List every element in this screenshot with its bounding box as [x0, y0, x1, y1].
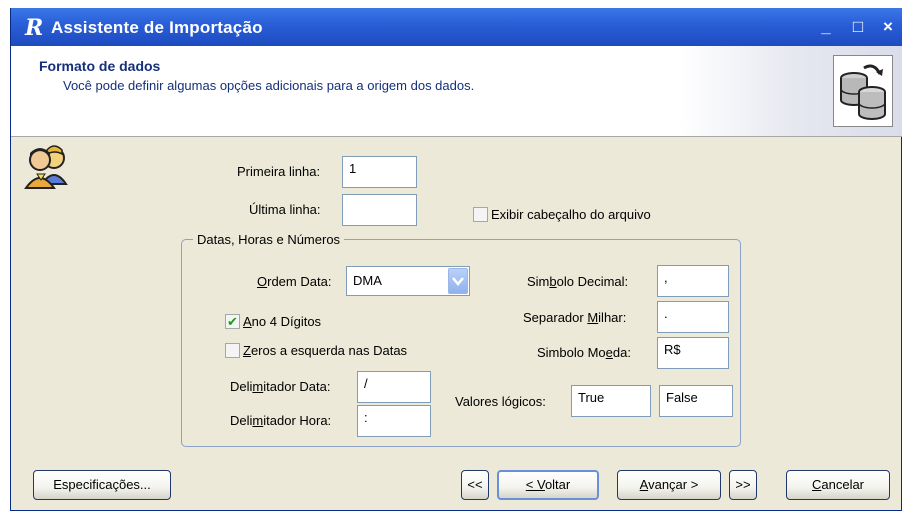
zeros-esquerda-label: Zeros a esquerda nas Datas	[243, 343, 408, 358]
valor-logico-false-input[interactable]: False	[659, 385, 733, 417]
primeira-linha-label: Primeira linha:	[237, 164, 321, 179]
exibir-cabecalho-label: Exibir cabeçalho do arquivo	[491, 207, 651, 222]
minimize-button[interactable]: _	[815, 16, 837, 38]
import-wizard-window: R Assistente de Importação _ □ × Formato…	[10, 8, 902, 511]
simbolo-moeda-label: Simbolo Moeda:	[537, 345, 631, 360]
chevron-down-icon[interactable]	[448, 268, 468, 294]
ordem-data-label: Ordem Data:	[257, 274, 332, 289]
app-icon: R	[25, 15, 44, 41]
database-icon	[833, 55, 893, 127]
delimitador-hora-label: Delimitador Hora:	[230, 413, 332, 428]
separador-milhar-label: Separador Milhar:	[523, 310, 627, 325]
valores-logicos-label: Valores lógicos:	[455, 394, 546, 409]
wizard-header: Formato de dados Você pode definir algum…	[11, 46, 902, 137]
zeros-esquerda-checkbox[interactable]	[225, 343, 240, 358]
delimitador-data-input[interactable]: /	[357, 371, 431, 403]
simbolo-moeda-input[interactable]: R$	[657, 337, 729, 369]
simbolo-decimal-label: Simbolo Decimal:	[527, 274, 629, 289]
title-bar[interactable]: R Assistente de Importação _ □ ×	[11, 8, 902, 46]
simbolo-decimal-input[interactable]: ,	[657, 265, 729, 297]
step-title: Formato de dados	[39, 58, 161, 74]
separador-milhar-input[interactable]: .	[657, 301, 729, 333]
ano-4-digitos-label: Ano 4 Dígitos	[243, 314, 322, 329]
users-icon	[23, 144, 73, 192]
ano-4-digitos-checkbox[interactable]: ✔	[225, 314, 240, 329]
first-step-button[interactable]: <<	[461, 470, 489, 500]
cancelar-button[interactable]: Cancelar	[786, 470, 890, 500]
voltar-button[interactable]: < Voltar	[497, 470, 599, 500]
last-step-button[interactable]: >>	[729, 470, 757, 500]
exibir-cabecalho-checkbox[interactable]	[473, 207, 488, 222]
ordem-data-value: DMA	[353, 273, 382, 288]
group-legend: Datas, Horas e Números	[193, 232, 345, 247]
primeira-linha-input[interactable]: 1	[342, 156, 417, 188]
delimitador-data-label: Delimitador Data:	[230, 379, 331, 394]
close-button[interactable]: ×	[877, 16, 899, 38]
ultima-linha-input[interactable]	[342, 194, 417, 226]
window-title: Assistente de Importação	[51, 18, 263, 37]
ordem-data-select[interactable]: DMA	[346, 266, 470, 296]
delimitador-hora-input[interactable]: :	[357, 405, 431, 437]
maximize-button[interactable]: □	[847, 16, 869, 38]
valor-logico-true-input[interactable]: True	[571, 385, 651, 417]
step-description: Você pode definir algumas opções adicion…	[63, 78, 475, 93]
avancar-button[interactable]: Avançar >	[617, 470, 721, 500]
ultima-linha-label: Última linha:	[249, 202, 321, 217]
especificacoes-button[interactable]: Especificações...	[33, 470, 171, 500]
